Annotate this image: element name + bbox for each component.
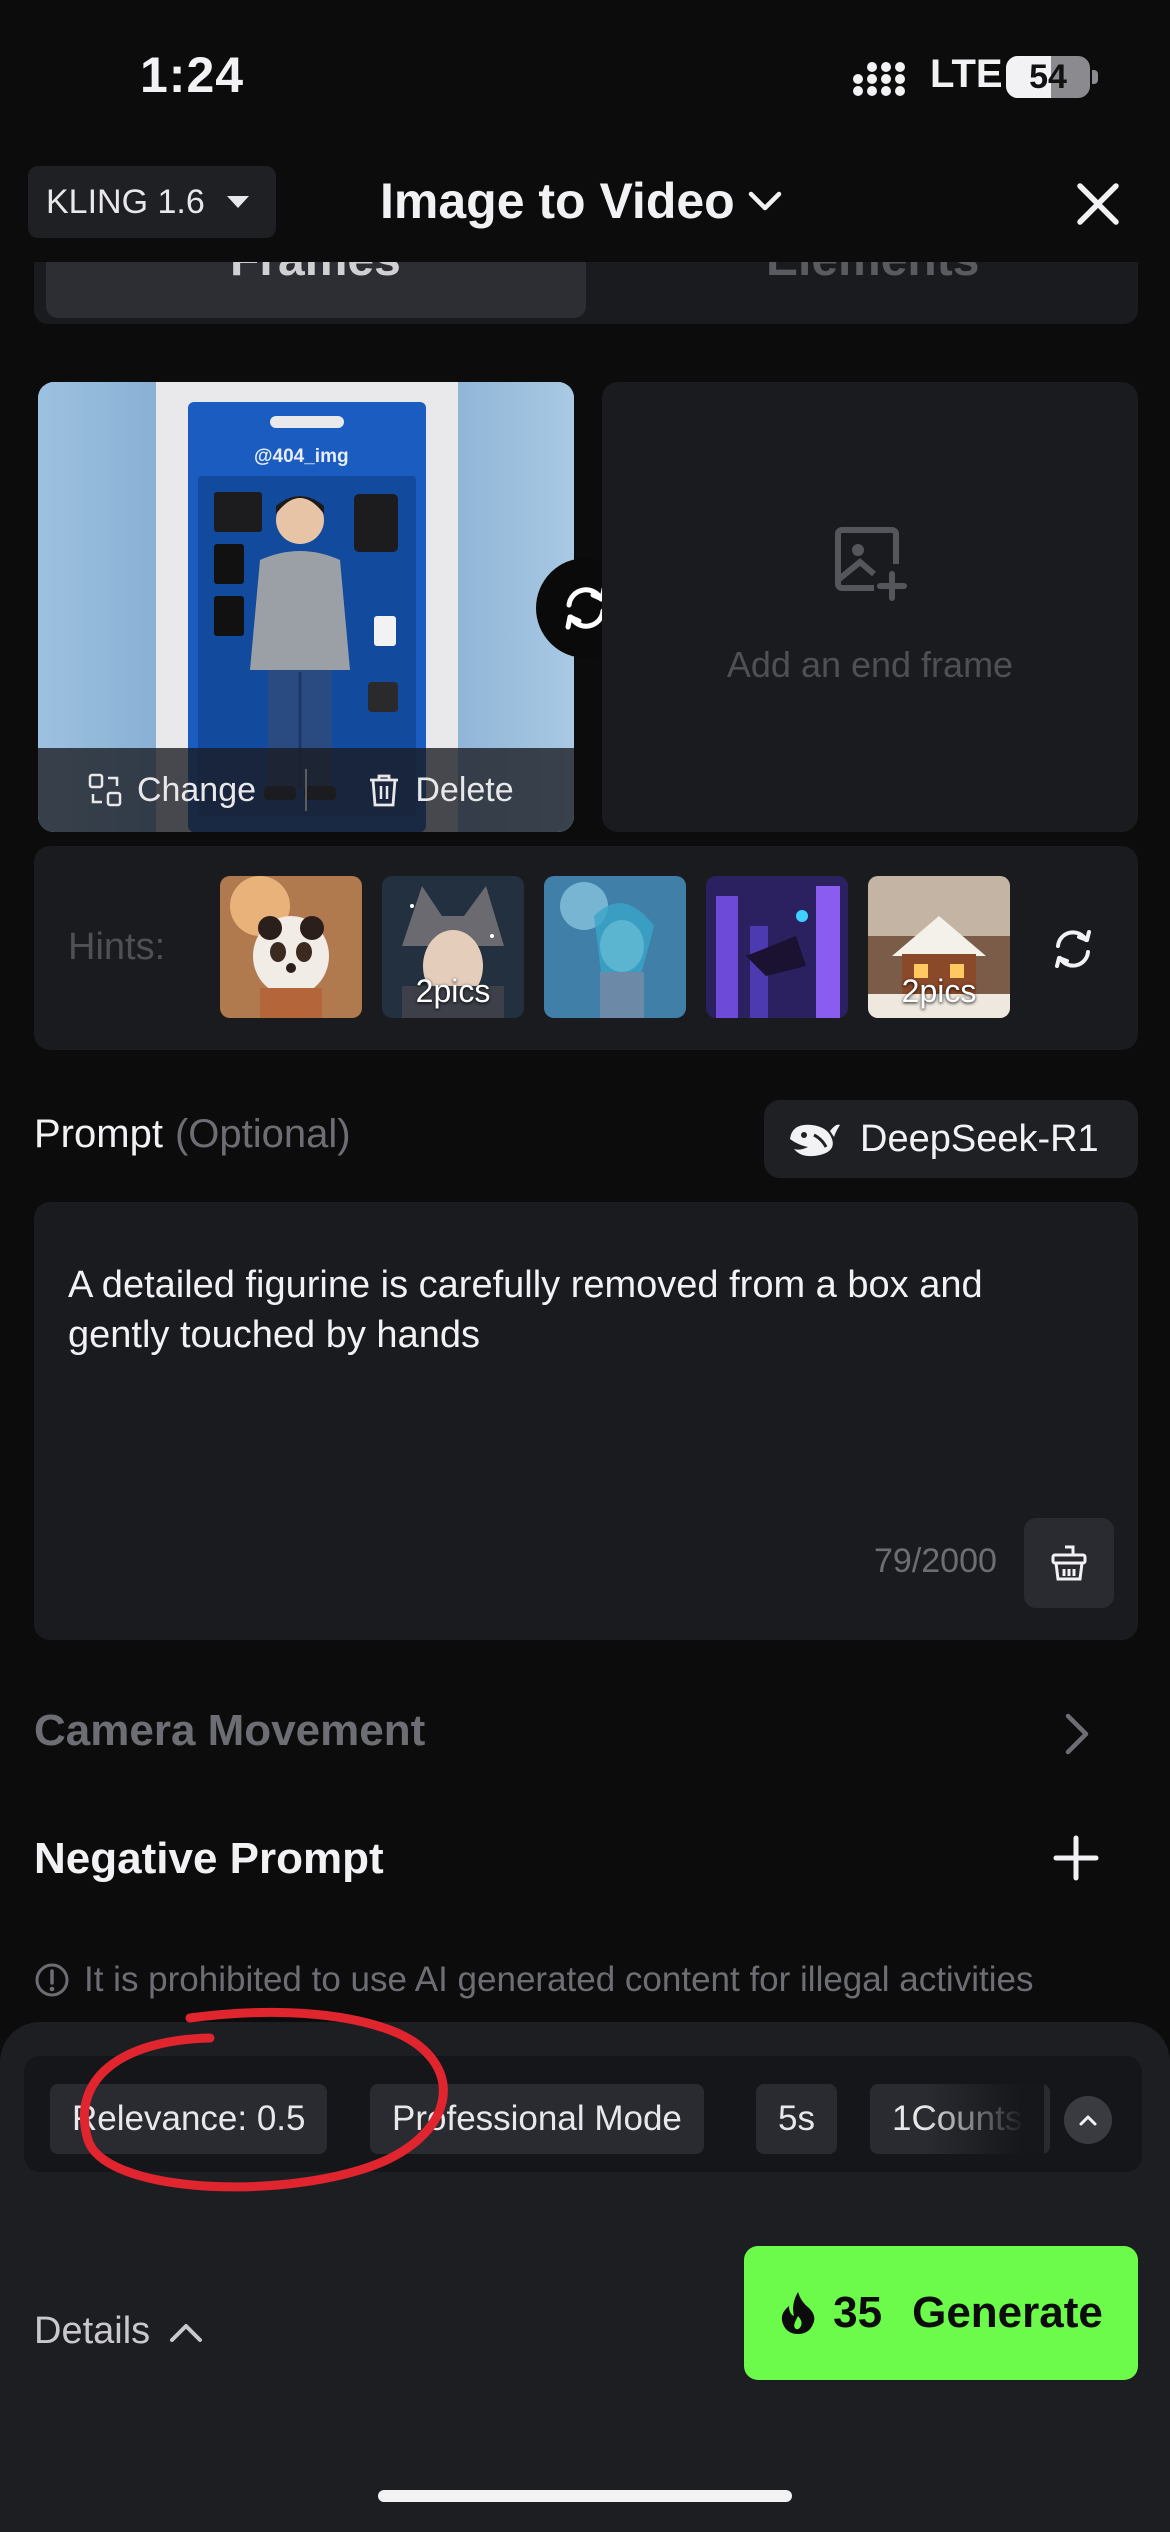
model-select[interactable]: KLING 1.6 [28, 166, 276, 238]
prompt-label: Prompt [34, 1112, 163, 1156]
whale-icon [790, 1124, 840, 1157]
hint-badge: 2pics [415, 973, 491, 1009]
generate-label: Generate [912, 2288, 1103, 2337]
hints-label: Hints: [68, 926, 166, 968]
duration-label: 5s [778, 2099, 815, 2138]
hint-thumbnail[interactable]: 2pics [868, 876, 1010, 1018]
delete-button[interactable]: Delete [307, 771, 574, 810]
tab-frames[interactable]: Frames [46, 262, 586, 318]
signal-icon [853, 62, 905, 96]
flame-icon [781, 2292, 815, 2334]
caret-down-icon [226, 196, 249, 208]
camera-movement-label[interactable]: Camera Movement [34, 1706, 425, 1756]
expand-settings-button[interactable] [1064, 2096, 1112, 2144]
details-toggle[interactable]: Details [34, 2310, 204, 2353]
deepseek-label: DeepSeek-R1 [860, 1117, 1099, 1160]
page-title: Image to Video [380, 173, 735, 229]
prompt-char-count: 79/2000 [874, 1542, 997, 1580]
add-image-icon [835, 527, 907, 601]
close-icon[interactable] [1070, 176, 1126, 232]
home-indicator [378, 2490, 792, 2502]
prompt-textarea[interactable]: A detailed figurine is carefully removed… [34, 1202, 1138, 1640]
hint-badge: 2pics [901, 973, 977, 1009]
credits-count: 35 [833, 2288, 883, 2337]
deepseek-button[interactable]: DeepSeek-R1 [764, 1100, 1138, 1178]
chevron-down-icon [748, 191, 781, 211]
hint-image-panda [220, 876, 362, 1018]
refresh-icon[interactable] [1050, 926, 1096, 972]
hint-image-fairy [544, 876, 686, 1018]
network-label: LTE [930, 52, 1003, 96]
status-time: 1:24 [140, 47, 245, 103]
hints-panel: Hints: 2pics 2pics [34, 846, 1138, 1050]
clear-prompt-button[interactable] [1024, 1518, 1114, 1608]
change-label: Change [136, 770, 257, 809]
end-frame-label: Add an end frame [726, 644, 1014, 685]
info-icon [35, 1963, 69, 1997]
hint-thumbnail[interactable] [220, 876, 362, 1018]
change-button[interactable]: Change [38, 771, 305, 810]
prompt-heading: Prompt (Optional) [34, 1112, 351, 1157]
start-frame-image[interactable]: @404_img Change Delete [38, 382, 574, 832]
hint-image-cyber-city [706, 876, 848, 1018]
chevron-right-icon[interactable] [1058, 1710, 1094, 1758]
model-label: KLING 1.6 [46, 182, 205, 221]
negative-prompt-label[interactable]: Negative Prompt [34, 1834, 384, 1884]
annotation-circle [79, 2007, 448, 2192]
policy-warning: It is prohibited to use AI generated con… [34, 1960, 1033, 2000]
clear-basket-icon [1051, 1545, 1087, 1581]
tab-bar: Frames Elements [34, 262, 1138, 324]
prompt-text: A detailed figurine is carefully removed… [68, 1264, 983, 1356]
end-frame-slot[interactable]: Add an end frame [602, 382, 1138, 832]
tab-frames-label: Frames [230, 262, 401, 287]
chevron-up-icon [1079, 2115, 1097, 2126]
start-frame-actions: Change Delete [38, 748, 574, 832]
warning-text: It is prohibited to use AI generated con… [84, 1960, 1034, 1999]
tab-elements[interactable]: Elements [586, 262, 1138, 318]
tab-elements-label: Elements [766, 262, 979, 287]
trash-icon [370, 774, 399, 807]
chip-fade [924, 2084, 1044, 2154]
plus-icon[interactable] [1052, 1834, 1100, 1882]
duration-chip[interactable]: 5s [756, 2084, 837, 2154]
generate-button[interactable]: 35 Generate [744, 2246, 1138, 2380]
prompt-optional-label: (Optional) [174, 1112, 351, 1156]
hint-thumbnail[interactable] [706, 876, 848, 1018]
swap-image-icon [88, 773, 122, 807]
delete-label: Delete [415, 770, 514, 809]
hint-thumbnail[interactable] [544, 876, 686, 1018]
chevron-up-icon [170, 2323, 203, 2342]
battery-level: 54 [1029, 58, 1067, 96]
image-watermark: @404_img [254, 446, 349, 467]
battery-tip [1092, 70, 1098, 84]
mode-title-dropdown[interactable]: Image to Video [380, 172, 785, 230]
hint-thumbnail[interactable]: 2pics [382, 876, 524, 1018]
battery-icon: 54 [1006, 56, 1090, 98]
details-label: Details [34, 2310, 151, 2352]
